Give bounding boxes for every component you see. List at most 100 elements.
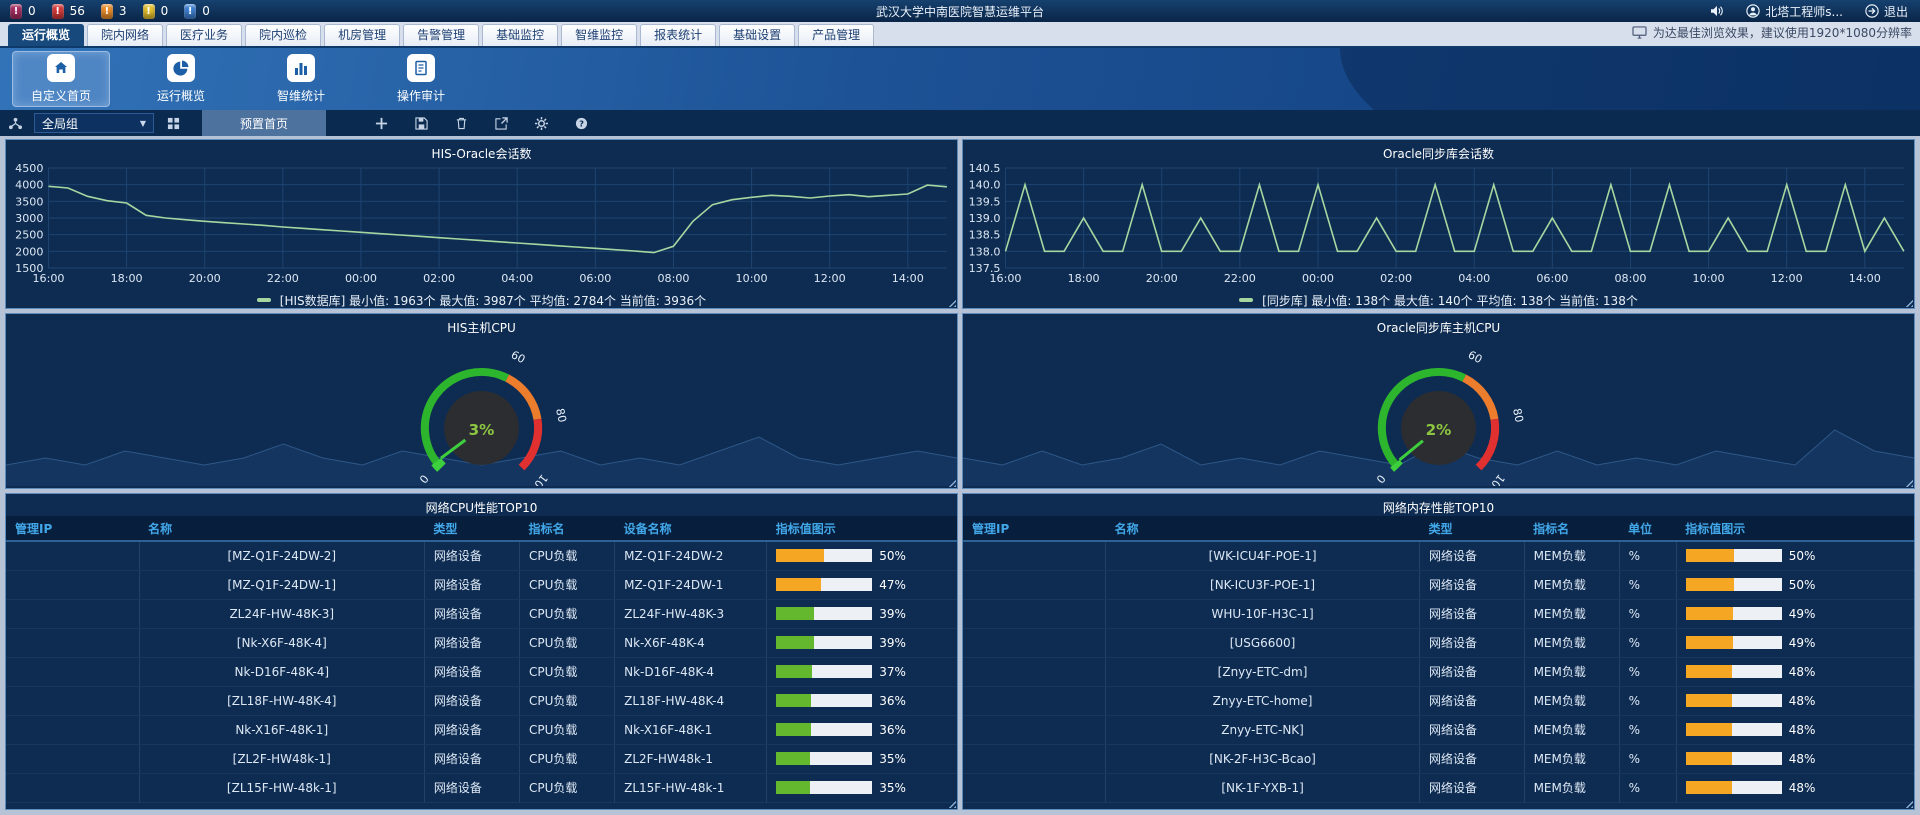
major-alert-count: 56 (70, 4, 85, 18)
home-icon (47, 54, 75, 82)
save-button[interactable] (406, 110, 436, 136)
help-button[interactable]: ? (566, 110, 596, 136)
type-cell: 网络设备 (424, 628, 519, 657)
unit-cell: % (1619, 657, 1676, 686)
column-header[interactable]: 设备名称 (615, 516, 767, 541)
metric-cell: MEM负载 (1524, 686, 1619, 715)
grid-icon (167, 117, 180, 130)
column-header[interactable]: 类型 (1419, 516, 1524, 541)
column-header[interactable]: 单位 (1619, 516, 1676, 541)
main-tab[interactable]: 基础监控 (482, 24, 558, 46)
metric-value: 37% (879, 665, 906, 679)
metric-cell: CPU负载 (520, 715, 615, 744)
tile-doc[interactable]: 操作审计 (372, 51, 470, 107)
layout-grid-button[interactable] (158, 110, 188, 136)
main-tab[interactable]: 运行概览 (8, 24, 84, 46)
svg-text:?: ? (579, 118, 584, 128)
settings-button[interactable] (526, 110, 556, 136)
table-row[interactable]: Nk-X16F-48K-1]网络设备CPU负载Nk-X16F-48K-136% (6, 715, 957, 744)
warning-alert[interactable]: !0 (143, 4, 169, 19)
column-header[interactable]: 名称 (1106, 516, 1420, 541)
tile-pie[interactable]: 运行概览 (132, 51, 230, 107)
table-row[interactable]: [Nk-X6F-48K-4]网络设备CPU负载Nk-X6F-48K-439% (6, 628, 957, 657)
table-row[interactable]: [MZ-Q1F-24DW-2]网络设备CPU负载MZ-Q1F-24DW-250% (6, 541, 957, 570)
svg-text:08:00: 08:00 (657, 272, 689, 285)
tile-home[interactable]: 自定义首页 (12, 51, 110, 107)
metric-bar-cell: 48% (1676, 744, 1914, 773)
tile-label: 操作审计 (397, 87, 445, 104)
major-alert[interactable]: !56 (52, 4, 85, 19)
delete-button[interactable] (446, 110, 476, 136)
metric-value: 35% (879, 752, 906, 766)
ip-cell (6, 773, 139, 802)
chart-legend: [同步库] 最小值: 138个 最大值: 140个 平均值: 138个 当前值:… (963, 289, 1914, 309)
column-header[interactable]: 名称 (139, 516, 424, 541)
table-row[interactable]: Znyy-ETC-NK]网络设备MEM负载%48% (963, 715, 1914, 744)
main-tab[interactable]: 报表统计 (640, 24, 716, 46)
column-header[interactable]: 类型 (424, 516, 519, 541)
metric-bar-cell: 35% (767, 744, 957, 773)
main-tab[interactable]: 医疗业务 (166, 24, 242, 46)
legend-marker-icon (1239, 298, 1253, 302)
table-row[interactable]: [ZL2F-HW48k-1]网络设备CPU负载ZL2F-HW48k-135% (6, 744, 957, 773)
metric-cell: MEM负载 (1524, 599, 1619, 628)
main-tab[interactable]: 智维监控 (561, 24, 637, 46)
export-button[interactable] (486, 110, 516, 136)
table-row[interactable]: [NK-2F-H3C-Bcao]网络设备MEM负载%48% (963, 744, 1914, 773)
metric-bar (776, 694, 872, 707)
type-cell: 网络设备 (1419, 657, 1524, 686)
panel-title: 网络内存性能TOP10 (963, 494, 1914, 516)
name-cell: [NK-1F-YXB-1] (1106, 773, 1420, 802)
device-cell: ZL15F-HW-48k-1 (615, 773, 767, 802)
svg-text:80: 80 (1510, 407, 1526, 423)
type-cell: 网络设备 (424, 599, 519, 628)
column-header[interactable]: 管理IP (963, 516, 1106, 541)
column-header[interactable]: 指标名 (520, 516, 615, 541)
main-tab[interactable]: 产品管理 (798, 24, 874, 46)
logout-button[interactable]: 退出 (1865, 3, 1908, 20)
column-header[interactable]: 管理IP (6, 516, 139, 541)
type-cell: 网络设备 (424, 570, 519, 599)
metric-bar (776, 607, 872, 620)
svg-text:2500: 2500 (15, 229, 43, 242)
name-cell: [ZL18F-HW-48K-4] (139, 686, 424, 715)
name-cell: ZL24F-HW-48K-3] (139, 599, 424, 628)
user-menu[interactable]: 北塔工程师s... (1746, 3, 1843, 20)
name-cell: [ZL15F-HW-48k-1] (139, 773, 424, 802)
table-row[interactable]: [NK-1F-YXB-1]网络设备MEM负载%48% (963, 773, 1914, 802)
svg-text:14:00: 14:00 (892, 272, 924, 285)
table-row[interactable]: [ZL15F-HW-48k-1]网络设备CPU负载ZL15F-HW-48k-13… (6, 773, 957, 802)
column-header[interactable]: 指标名 (1524, 516, 1619, 541)
legend-marker-icon (257, 298, 271, 302)
table-row[interactable]: WHU-10F-H3C-1]网络设备MEM负载%49% (963, 599, 1914, 628)
table-row[interactable]: [WK-ICU4F-POE-1]网络设备MEM负载%50% (963, 541, 1914, 570)
main-tab[interactable]: 院内巡检 (245, 24, 321, 46)
group-select[interactable]: 全局组 ▼ (34, 113, 154, 133)
column-header[interactable]: 指标值图示 (1676, 516, 1914, 541)
minor-alert[interactable]: !3 (101, 4, 127, 19)
table-row[interactable]: ZL24F-HW-48K-3]网络设备CPU负载ZL24F-HW-48K-339… (6, 599, 957, 628)
main-tab[interactable]: 院内网络 (87, 24, 163, 46)
name-cell: WHU-10F-H3C-1] (1106, 599, 1420, 628)
ip-cell (6, 541, 139, 570)
table-row[interactable]: Znyy-ETC-home]网络设备MEM负载%48% (963, 686, 1914, 715)
critical-alert[interactable]: !0 (10, 4, 36, 19)
column-header[interactable]: 指标值图示 (767, 516, 957, 541)
table-row[interactable]: [Znyy-ETC-dm]网络设备MEM负载%48% (963, 657, 1914, 686)
dashboard-page-tab[interactable]: 预置首页 (202, 110, 326, 136)
add-button[interactable] (366, 110, 396, 136)
tile-bars[interactable]: 智维统计 (252, 51, 350, 107)
table-row[interactable]: [USG6600]网络设备MEM负载%49% (963, 628, 1914, 657)
ip-cell (963, 686, 1106, 715)
sound-button[interactable] (1710, 5, 1724, 17)
table-row[interactable]: [NK-ICU3F-POE-1]网络设备MEM负载%50% (963, 570, 1914, 599)
table-row[interactable]: [ZL18F-HW-48K-4]网络设备CPU负载ZL18F-HW-48K-43… (6, 686, 957, 715)
name-cell: Nk-D16F-48K-4] (139, 657, 424, 686)
main-tab[interactable]: 机房管理 (324, 24, 400, 46)
table-row[interactable]: [MZ-Q1F-24DW-1]网络设备CPU负载MZ-Q1F-24DW-147% (6, 570, 957, 599)
main-tab[interactable]: 基础设置 (719, 24, 795, 46)
info-alert[interactable]: !0 (184, 4, 210, 19)
group-button[interactable] (0, 110, 30, 136)
table-row[interactable]: Nk-D16F-48K-4]网络设备CPU负载Nk-D16F-48K-437% (6, 657, 957, 686)
main-tab[interactable]: 告警管理 (403, 24, 479, 46)
